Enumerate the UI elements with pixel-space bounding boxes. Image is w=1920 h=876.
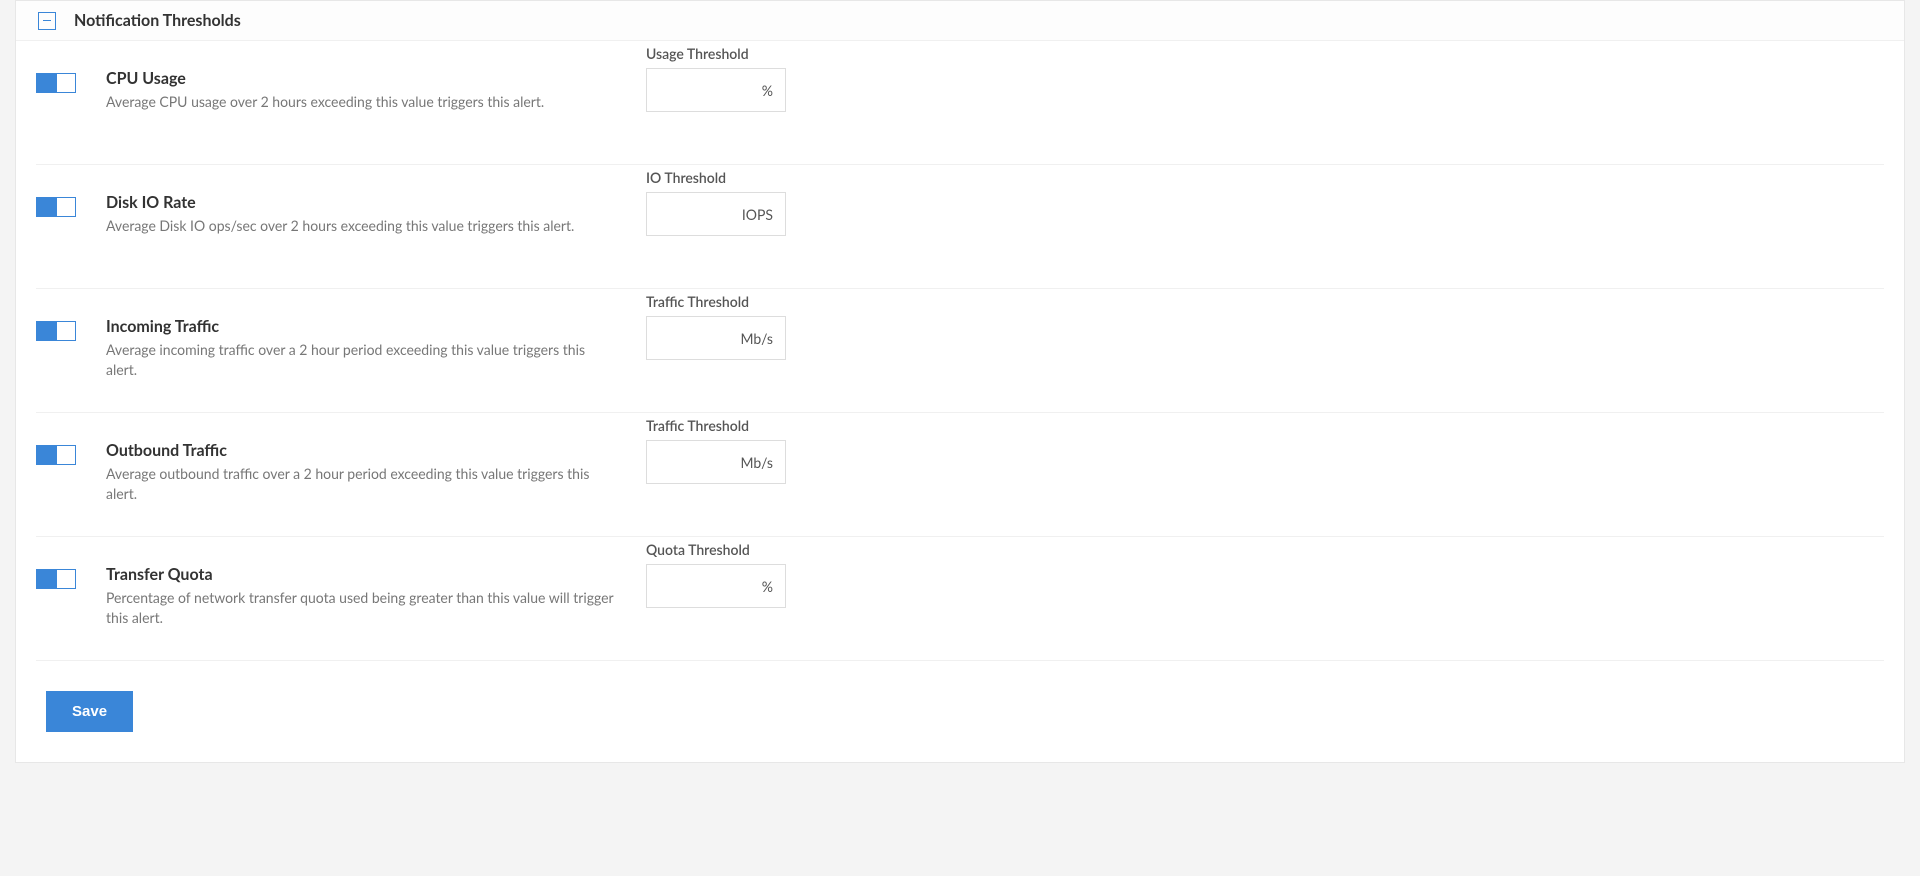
toggle-incoming-traffic[interactable] (36, 321, 76, 341)
collapse-icon[interactable] (38, 12, 56, 30)
toggle-transfer-quota[interactable] (36, 569, 76, 589)
input-unit: Mb/s (741, 330, 773, 347)
threshold-row-incoming-traffic: Incoming Traffic Average incoming traffi… (36, 289, 1884, 413)
toggle-disk-io[interactable] (36, 197, 76, 217)
transfer-quota-threshold-input[interactable] (659, 578, 756, 594)
input-wrap: Mb/s (646, 440, 786, 484)
toggle-outbound-traffic[interactable] (36, 445, 76, 465)
panel-body: CPU Usage Average CPU usage over 2 hours… (16, 41, 1904, 762)
row-description: Average CPU usage over 2 hours exceeding… (106, 92, 616, 112)
row-title: Disk IO Rate (106, 193, 616, 212)
row-title: CPU Usage (106, 69, 616, 88)
input-label: Traffic Threshold (646, 417, 846, 434)
row-title: Outbound Traffic (106, 441, 616, 460)
threshold-row-outbound-traffic: Outbound Traffic Average outbound traffi… (36, 413, 1884, 537)
threshold-row-disk-io: Disk IO Rate Average Disk IO ops/sec ove… (36, 165, 1884, 289)
input-label: Quota Threshold (646, 541, 846, 558)
toggle-cpu-usage[interactable] (36, 73, 76, 93)
input-unit: IOPS (742, 206, 773, 223)
input-wrap: % (646, 68, 786, 112)
row-title: Transfer Quota (106, 565, 616, 584)
input-wrap: % (646, 564, 786, 608)
row-description: Average incoming traffic over a 2 hour p… (106, 340, 616, 379)
actions-row: Save (36, 661, 1884, 762)
notification-thresholds-panel: Notification Thresholds CPU Usage Averag… (15, 0, 1905, 763)
row-description: Average Disk IO ops/sec over 2 hours exc… (106, 216, 616, 236)
input-unit: % (762, 82, 773, 99)
disk-io-threshold-input[interactable] (659, 206, 736, 222)
input-label: Usage Threshold (646, 45, 846, 62)
panel-title: Notification Thresholds (74, 11, 241, 30)
input-wrap: IOPS (646, 192, 786, 236)
row-title: Incoming Traffic (106, 317, 616, 336)
row-description: Percentage of network transfer quota use… (106, 588, 616, 627)
cpu-usage-threshold-input[interactable] (659, 82, 756, 98)
panel-header: Notification Thresholds (16, 1, 1904, 41)
input-label: Traffic Threshold (646, 293, 846, 310)
input-label: IO Threshold (646, 169, 846, 186)
threshold-row-cpu-usage: CPU Usage Average CPU usage over 2 hours… (36, 41, 1884, 165)
outbound-traffic-threshold-input[interactable] (659, 454, 735, 470)
row-description: Average outbound traffic over a 2 hour p… (106, 464, 616, 503)
input-wrap: Mb/s (646, 316, 786, 360)
incoming-traffic-threshold-input[interactable] (659, 330, 735, 346)
threshold-row-transfer-quota: Transfer Quota Percentage of network tra… (36, 537, 1884, 661)
save-button[interactable]: Save (46, 691, 133, 732)
input-unit: % (762, 578, 773, 595)
input-unit: Mb/s (741, 454, 773, 471)
